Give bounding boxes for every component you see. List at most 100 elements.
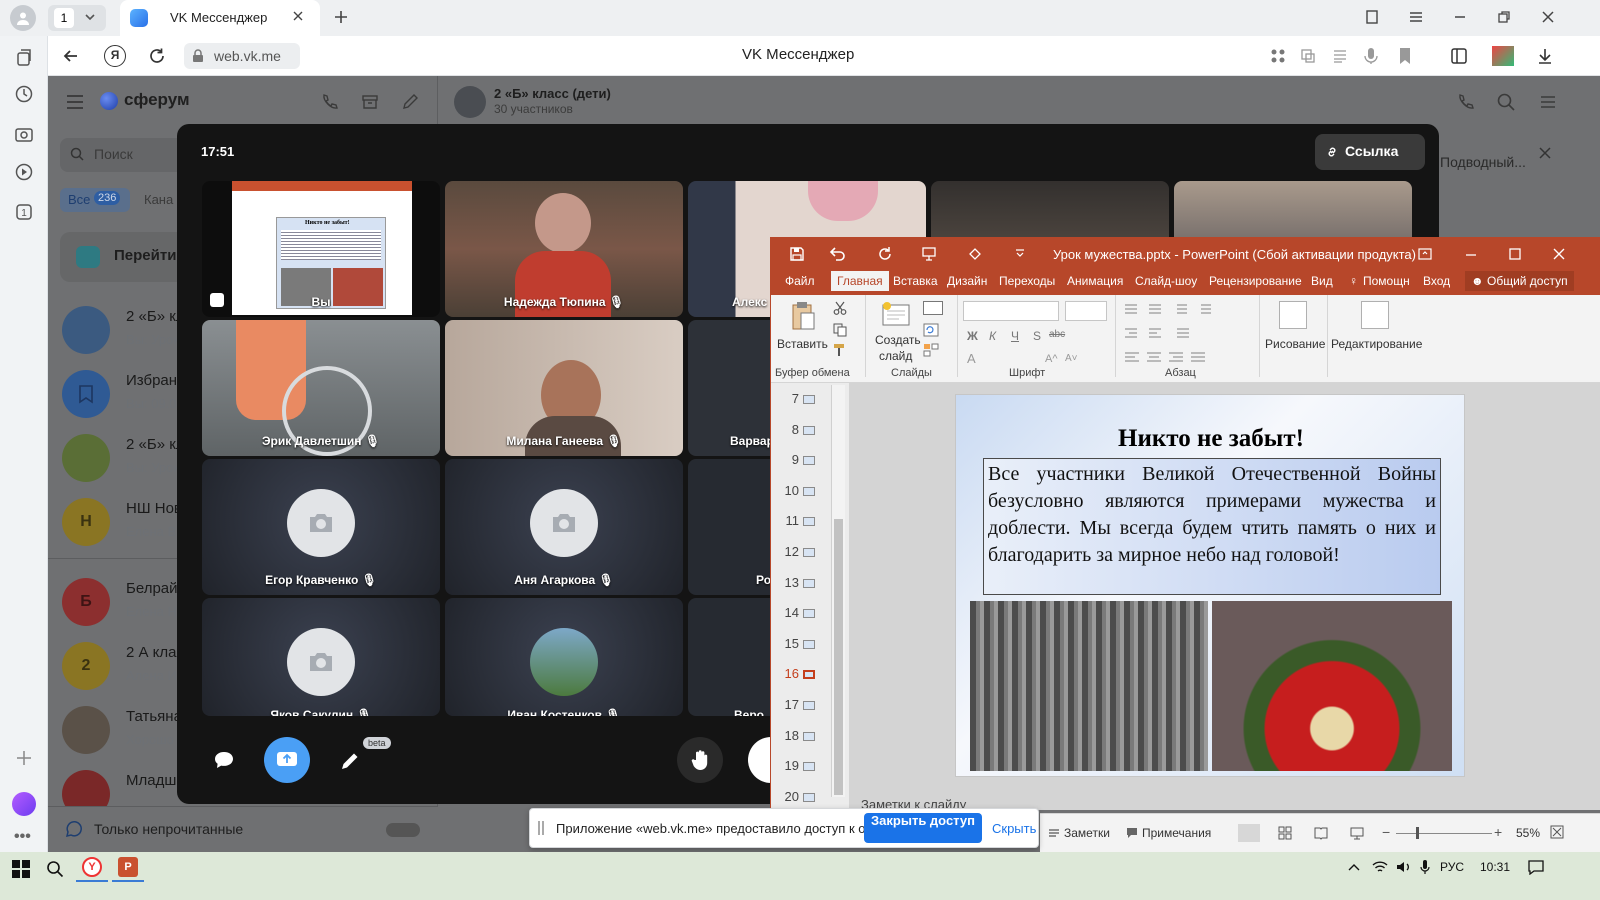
format-painter-icon[interactable] [833,343,847,357]
ribbon-display-icon[interactable] [1417,246,1433,262]
zoom-slider-track[interactable] [1396,833,1492,834]
tab-home[interactable]: Главная [831,271,889,291]
slide-thumbnail-number[interactable]: 9 [777,452,799,467]
volume-icon[interactable] [1396,860,1412,874]
cut-icon[interactable] [833,301,847,315]
play-icon[interactable] [14,162,34,182]
tab-view[interactable]: Вид [1311,274,1333,288]
taskbar-yandex-browser[interactable]: Y [76,852,108,882]
link-button[interactable]: Ссылка [1315,134,1425,170]
slide-body-text[interactable]: Все участники Великой Отечественной Войн… [983,458,1441,595]
slide-thumbnail[interactable] [803,425,815,435]
hamburger-icon[interactable] [66,94,84,110]
customize-toolbar-icon[interactable] [1015,247,1025,259]
slide-thumbnail-number[interactable]: 8 [777,422,799,437]
close-pinned-icon[interactable] [1538,146,1552,160]
fit-slide-icon[interactable] [1550,825,1564,839]
layout-icon[interactable] [923,301,943,315]
participant-tile[interactable]: Надежда Тюпина 🎙 [445,181,683,317]
new-call-icon[interactable] [320,92,340,112]
close-tab-icon[interactable] [292,10,304,22]
tray-microphone-icon[interactable] [1420,859,1430,875]
taskbar-powerpoint[interactable]: P [112,852,144,882]
more-icon[interactable]: ••• [14,828,31,846]
yandex-icon[interactable]: Я [104,45,126,67]
reload-icon[interactable] [148,47,166,65]
pinned-message-tab[interactable]: Подводный... [1440,154,1526,170]
raise-hand-button[interactable] [677,737,723,783]
slide-thumbnail-number[interactable]: 16 [777,666,799,681]
close-window-icon[interactable] [1540,9,1556,25]
chat-search-icon[interactable] [1496,92,1516,112]
translate-icon[interactable] [1300,48,1316,64]
participant-tile[interactable]: Милана Ганеева 🎙 [445,320,683,456]
touch-mode-icon[interactable] [967,246,983,262]
call-icon[interactable] [1456,92,1476,112]
tab-count-icon[interactable]: 1 [14,202,34,222]
ppt-minimize-icon[interactable] [1463,246,1479,262]
zoom-slider-thumb[interactable] [1416,827,1419,839]
tab-group-switcher[interactable]: 1 [48,5,106,31]
filter-channels-tab[interactable]: Кана [144,192,173,207]
zoom-level[interactable]: 55% [1516,826,1540,840]
slide-thumbnail-number[interactable]: 20 [777,789,799,804]
slide-thumbnail[interactable] [803,456,815,466]
bookmark-icon[interactable] [1398,47,1412,65]
font-color-icon[interactable]: A [967,351,976,366]
system-clock[interactable]: 10:31 [1480,860,1510,874]
slide-title[interactable]: Никто не забыт! [956,425,1466,453]
slide-thumbnail[interactable] [803,670,815,680]
reader-icon[interactable] [1332,48,1348,64]
paragraph-buttons-icon[interactable] [1121,301,1261,365]
unread-toggle[interactable] [386,823,420,837]
tab-review[interactable]: Рецензирование [1209,274,1302,288]
slide-thumbnail-number[interactable]: 7 [777,391,799,406]
participant-tile[interactable]: Яков Сакулин 🎙 [202,598,440,716]
restore-icon[interactable] [1496,9,1512,25]
bold-button[interactable]: Ж [967,329,978,343]
slide[interactable]: Никто не забыт! Все участники Великой От… [955,394,1465,777]
slide-thumbnail[interactable] [803,578,815,588]
slide-sorter-icon[interactable] [1278,826,1292,840]
font-name-select[interactable] [963,301,1059,321]
extension-badge-icon[interactable] [1492,46,1514,66]
minimize-icon[interactable] [1452,9,1468,25]
slide-thumbnail-number[interactable]: 18 [777,728,799,743]
extensions-icon[interactable] [1270,48,1286,64]
slide-thumbnail-number[interactable]: 13 [777,575,799,590]
participant-tile[interactable]: Егор Кравченко 🎙 [202,459,440,595]
stop-sharing-button[interactable]: Закрыть доступ [864,813,982,843]
menu-icon[interactable] [1408,9,1424,25]
slide-thumbnail[interactable] [803,792,815,802]
notifications-icon[interactable] [1528,859,1544,875]
tab-insert[interactable]: Вставка [893,274,938,288]
tab-file[interactable]: Файл [785,274,815,288]
archive-icon[interactable] [360,92,380,112]
tab-animation[interactable]: Анимация [1067,274,1123,288]
history-icon[interactable] [14,84,34,104]
tab-transitions[interactable]: Переходы [999,274,1055,288]
filter-all-tab[interactable]: Все 236 [60,188,130,212]
normal-view-icon[interactable] [1238,824,1260,842]
reading-view-icon[interactable] [1314,826,1328,840]
shadow-button[interactable]: S [1033,329,1041,343]
redo-icon[interactable] [877,246,893,262]
screenshot-icon[interactable] [14,124,34,144]
share-button[interactable]: ☻ Общий доступ [1465,271,1574,291]
sign-in-link[interactable]: Вход [1423,274,1450,288]
drawing-button[interactable]: Рисование [1265,299,1325,363]
undo-icon[interactable] [829,246,847,262]
slide-thumbnail-number[interactable]: 14 [777,605,799,620]
slide-thumbnail[interactable] [803,609,815,619]
screen-share-button[interactable] [264,737,310,783]
new-slide-button[interactable]: Создать слайд [873,299,921,363]
participant-tile[interactable]: Аня Агаркова 🎙 [445,459,683,595]
slide-thumbnail-number[interactable]: 10 [777,483,799,498]
paste-button[interactable]: Вставить [777,299,828,361]
slide-thumbnail[interactable] [803,395,815,404]
section-icon[interactable] [923,343,939,357]
compose-icon[interactable] [400,92,420,112]
decrease-font-icon[interactable]: A˅ [1065,353,1078,364]
tab-design[interactable]: Дизайн [947,274,987,288]
zoom-out-icon[interactable]: − [1382,824,1390,840]
